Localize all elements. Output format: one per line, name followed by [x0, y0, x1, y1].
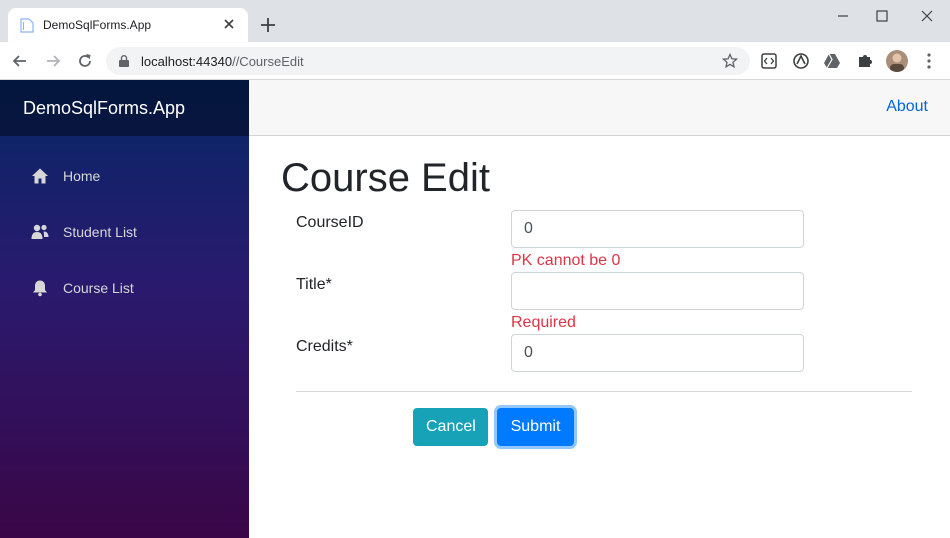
sidebar-item-label: Course List: [63, 280, 134, 296]
credits-label: Credits*: [296, 338, 353, 355]
brand-link[interactable]: DemoSqlForms.App: [23, 98, 185, 119]
sidebar-item-label: Home: [63, 168, 101, 184]
browser-tab[interactable]: DemoSqlForms.App: [8, 8, 248, 42]
tab-title: DemoSqlForms.App: [43, 18, 152, 32]
submit-button[interactable]: Submit: [497, 408, 574, 446]
forward-arrow-icon[interactable]: [43, 51, 63, 71]
profile-avatar[interactable]: [886, 50, 908, 72]
address-bar[interactable]: localhost:44340//CourseEdit: [106, 47, 750, 75]
extension-vpn-icon[interactable]: [791, 51, 811, 71]
google-drive-icon[interactable]: [822, 51, 842, 71]
browser-toolbar: localhost:44340//CourseEdit: [0, 42, 950, 80]
sidebar-item-student-list[interactable]: Student List: [22, 212, 232, 252]
courseid-validation-message: PK cannot be 0: [511, 252, 621, 269]
title-label: Title*: [296, 276, 332, 293]
page-title: Course Edit: [281, 156, 490, 200]
close-tab-icon[interactable]: [221, 16, 237, 32]
home-icon: [32, 168, 48, 184]
credits-input[interactable]: [511, 334, 804, 372]
lock-icon[interactable]: [118, 54, 130, 68]
sidebar-item-home[interactable]: Home: [22, 156, 232, 196]
title-validation-message: Required: [511, 314, 576, 331]
sidebar: DemoSqlForms.App Home Student List Cours…: [0, 80, 249, 538]
maximize-icon[interactable]: [871, 6, 893, 26]
person-icon: [890, 53, 904, 72]
people-icon: [31, 224, 49, 239]
url-text[interactable]: localhost:44340//CourseEdit: [141, 54, 304, 69]
title-input[interactable]: [511, 272, 804, 310]
url-host: localhost:44340: [141, 54, 233, 69]
bell-icon: [33, 280, 47, 297]
reload-icon[interactable]: [75, 51, 95, 71]
page-icon: [20, 18, 34, 33]
extension-code-icon[interactable]: [759, 51, 779, 71]
about-link[interactable]: About: [886, 98, 928, 116]
sidebar-brand: DemoSqlForms.App: [0, 80, 249, 136]
sidebar-item-course-list[interactable]: Course List: [22, 268, 232, 308]
sidebar-item-label: Student List: [63, 224, 137, 240]
main-content: Course Edit CourseID PK cannot be 0 Titl…: [249, 136, 950, 538]
top-row: About: [249, 80, 950, 136]
more-menu-icon[interactable]: [921, 51, 937, 71]
form-divider: [296, 391, 912, 392]
courseid-label: CourseID: [296, 214, 364, 231]
browser-tabstrip: DemoSqlForms.App: [0, 0, 950, 42]
back-arrow-icon[interactable]: [10, 51, 30, 71]
url-path: //CourseEdit: [232, 54, 304, 69]
close-window-icon[interactable]: [916, 6, 938, 26]
new-tab-icon[interactable]: [258, 15, 278, 35]
cancel-button[interactable]: Cancel: [413, 408, 488, 446]
extensions-puzzle-icon[interactable]: [855, 51, 875, 71]
courseid-input[interactable]: [511, 210, 804, 248]
minimize-icon[interactable]: [832, 6, 854, 26]
bookmark-star-icon[interactable]: [722, 53, 738, 69]
